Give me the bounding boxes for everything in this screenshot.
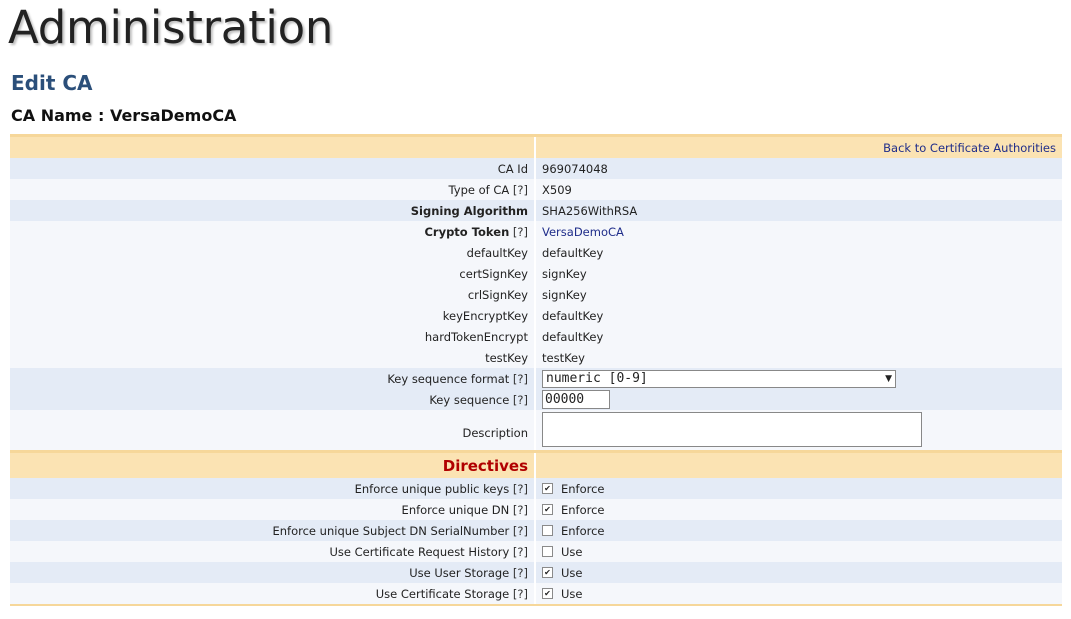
directive-option-label: Enforce [561,481,605,496]
key-sequence-help-link[interactable]: [?] [513,393,528,407]
hard-token-encrypt-value: defaultKey [535,326,1062,347]
key-sequence-format-select[interactable]: numeric [0-9] ▼ [542,369,896,388]
directive-label: Enforce unique Subject DN SerialNumber [272,523,510,538]
ca-type-value: X509 [535,179,1062,200]
key-sequence-format-selected: numeric [0-9] [546,370,648,386]
directive-row: Enforce unique DN [?] Enforce [10,499,1062,520]
directive-row: Enforce unique Subject DN SerialNumber [… [10,520,1062,541]
back-to-cas-link[interactable]: Back to Certificate Authorities [883,141,1056,155]
directive-checkbox[interactable] [542,587,553,599]
ca-id-label: CA Id [10,158,536,179]
crypto-token-row: Crypto Token [?] VersaDemoCA [10,221,1062,242]
directive-row: Use Certificate Storage [?] Use [10,583,1062,606]
directive-option-label: Use [561,565,583,580]
description-row: Description [10,410,1062,452]
ca-id-row: CA Id 969074048 [10,158,1062,179]
ca-name-heading: CA Name : VersaDemoCA [11,106,237,125]
key-sequence-label: Key sequence [429,392,510,407]
key-encrypt-key-row: keyEncryptKey defaultKey [10,305,1062,326]
ca-type-row: Type of CA [?] X509 [10,179,1062,200]
default-key-label: defaultKey [10,242,536,263]
directive-row: Use Certificate Request History [?] Use [10,541,1062,562]
section-title: Edit CA [11,71,93,95]
test-key-label: testKey [10,347,536,368]
directive-help-link[interactable]: [?] [513,503,528,517]
crl-sign-key-value: signKey [535,284,1062,305]
key-sequence-format-row: Key sequence format [?] numeric [0-9] ▼ [10,368,1062,389]
test-key-row: testKey testKey [10,347,1062,368]
directive-label: Use User Storage [409,565,510,580]
key-sequence-format-label: Key sequence format [387,371,510,386]
directives-header-row: Directives [10,450,1062,478]
ca-id-value: 969074048 [535,158,1062,179]
directive-row: Enforce unique public keys [?] Enforce [10,478,1062,499]
hard-token-encrypt-label: hardTokenEncrypt [10,326,536,347]
page-title: Administration [8,1,334,54]
cert-sign-key-value: signKey [535,263,1062,284]
directive-help-link[interactable]: [?] [513,587,528,601]
dropdown-arrow-icon: ▼ [885,373,892,384]
edit-ca-form: Back to Certificate Authorities CA Id 96… [10,134,1062,606]
test-key-value: testKey [535,347,1062,368]
key-encrypt-key-value: defaultKey [535,305,1062,326]
directive-checkbox[interactable] [542,524,553,536]
crl-sign-key-row: crlSignKey signKey [10,284,1062,305]
directive-option-label: Enforce [561,502,605,517]
ca-type-help-link[interactable]: [?] [513,183,528,197]
directive-help-link[interactable]: [?] [513,482,528,496]
directive-option-label: Use [561,586,583,601]
description-textarea[interactable] [542,412,922,447]
directive-label: Use Certificate Request History [329,544,510,559]
directive-checkbox[interactable] [542,503,553,515]
signing-algorithm-row: Signing Algorithm SHA256WithRSA [10,200,1062,221]
description-label: Description [10,410,536,452]
directive-checkbox[interactable] [542,482,553,494]
directive-label: Enforce unique DN [401,502,510,517]
crypto-token-link[interactable]: VersaDemoCA [542,225,624,239]
key-sequence-input[interactable]: 00000 [542,390,610,409]
form-header-row: Back to Certificate Authorities [10,134,1062,158]
default-key-value: defaultKey [535,242,1062,263]
directive-label: Use Certificate Storage [375,586,510,601]
hard-token-encrypt-row: hardTokenEncrypt defaultKey [10,326,1062,347]
directive-help-link[interactable]: [?] [513,545,528,559]
ca-type-label: Type of CA [448,182,510,197]
directives-heading: Directives [10,450,536,478]
directive-row: Use User Storage [?] Use [10,562,1062,583]
directive-checkbox[interactable] [542,545,553,557]
key-sequence-format-help-link[interactable]: [?] [513,372,528,386]
key-sequence-row: Key sequence [?] 00000 [10,389,1062,410]
directive-option-label: Use [561,544,583,559]
signing-algorithm-label: Signing Algorithm [10,200,536,221]
signing-algorithm-value: SHA256WithRSA [535,200,1062,221]
key-encrypt-key-label: keyEncryptKey [10,305,536,326]
directive-help-link[interactable]: [?] [513,524,528,538]
directive-help-link[interactable]: [?] [513,566,528,580]
directive-option-label: Enforce [561,523,605,538]
directive-checkbox[interactable] [542,566,553,578]
crypto-token-label: Crypto Token [424,224,510,239]
directive-label: Enforce unique public keys [354,481,510,496]
cert-sign-key-row: certSignKey signKey [10,263,1062,284]
crl-sign-key-label: crlSignKey [10,284,536,305]
default-key-row: defaultKey defaultKey [10,242,1062,263]
crypto-token-help-link[interactable]: [?] [513,225,528,239]
cert-sign-key-label: certSignKey [10,263,536,284]
